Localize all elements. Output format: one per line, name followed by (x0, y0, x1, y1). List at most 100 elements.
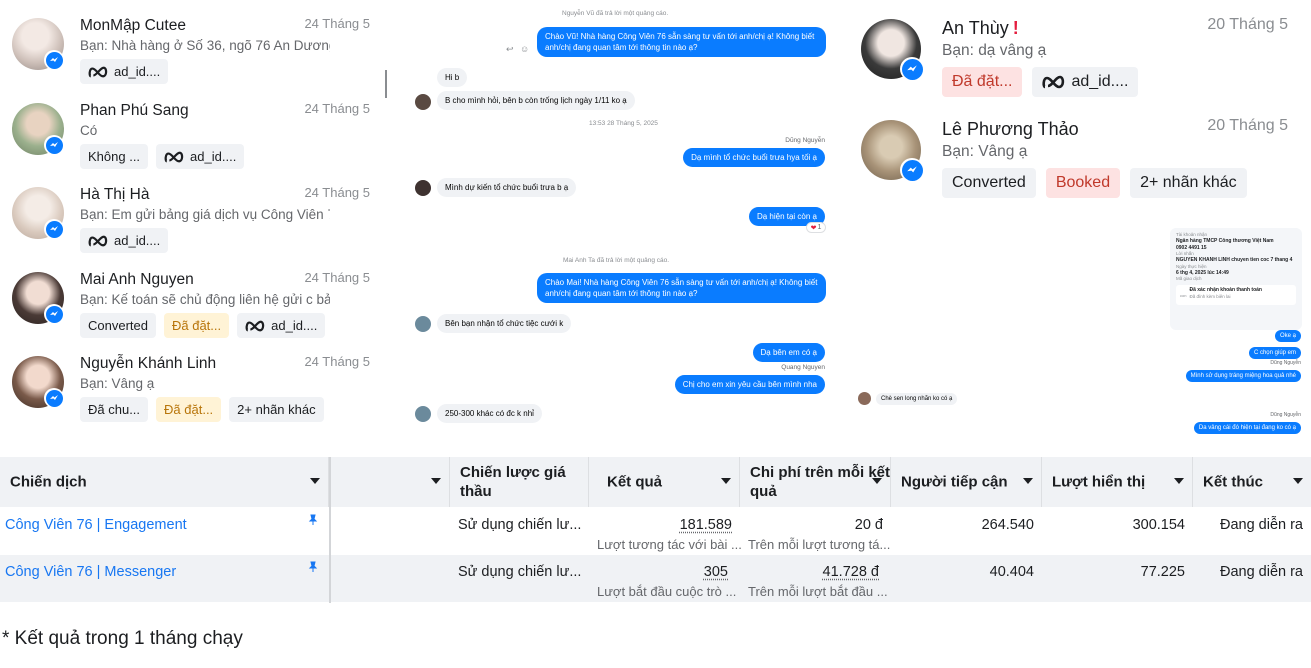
campaign-name-link[interactable]: Công Viên 76 | Engagement (5, 517, 187, 533)
message-preview: Bạn: Vâng ạ (942, 143, 1028, 160)
contact-name: Mai Anh Nguyen (80, 271, 194, 288)
message-bubble-incoming: Bên bạn nhận tổ chức tiệc cưới k (437, 314, 572, 333)
sort-caret-icon[interactable] (1023, 478, 1033, 484)
message-bubble-incoming: B cho mình hỏi, bên b còn trống lịch ngà… (437, 91, 635, 110)
reaction-count: 1 (817, 224, 822, 231)
label-tag[interactable]: ad_id.... (1032, 67, 1139, 97)
chat-thread: Tài khoản nhận Ngân hàng TMCP Công thươn… (852, 220, 1307, 440)
label-tag[interactable]: Đã đặt... (942, 67, 1023, 97)
header-label: Chi phí trên mỗi kết quả (750, 464, 891, 500)
label-tag[interactable]: Đã đặt... (163, 313, 230, 338)
column-resize-handle[interactable] (329, 457, 331, 603)
label-tag[interactable]: Converted (80, 313, 156, 338)
confirmation-subtitle: Đã đính kèm biên lai (1189, 293, 1231, 299)
tag-label: Đã đặt... (164, 402, 214, 417)
table-row[interactable]: Công Viên 76 | Engagement Sử dụng chiến … (0, 508, 1311, 555)
conversation-item[interactable]: MonMập Cutee 24 Tháng 5 Bạn: Nhà hàng ở … (0, 0, 386, 84)
column-header-bid-strategy[interactable]: Chiến lược giá thầu (450, 457, 589, 507)
avatar (415, 406, 431, 422)
messenger-icon (44, 135, 64, 155)
conversation-item[interactable]: An Thùy! 20 Tháng 5 Bạn: dạ vâng ạ Đã đặ… (856, 0, 1302, 100)
ends-value: Đang diễn ra (1219, 564, 1303, 580)
reach-value: 40.404 (989, 564, 1034, 580)
column-header-cost-per-result[interactable]: Chi phí trên mỗi kết quả (740, 457, 891, 507)
message-bubble-outgoing: Chào Mai! Nhà hàng Công Viên 76 sẵn sàng… (537, 273, 826, 303)
reaction-badge[interactable]: ❤ 1 (806, 222, 826, 233)
label-tag[interactable]: Đã đặt... (156, 397, 222, 422)
avatar (415, 180, 431, 196)
sender-name: Dũng Nguyễn (1270, 360, 1301, 366)
scrollbar-thumb[interactable] (385, 70, 387, 98)
label-tag[interactable]: ad_id.... (80, 228, 169, 253)
column-header-ends[interactable]: Kết thúc (1193, 457, 1311, 507)
message-bubble-incoming: 250-300 khác có đc k nhỉ (437, 404, 542, 423)
conversation-item[interactable]: Hà Thị Hà 24 Tháng 5 Bạn: Em gửi bảng gi… (0, 169, 386, 253)
results-value[interactable]: 181.589 (680, 517, 732, 533)
tag-label: ad_id.... (271, 318, 318, 333)
message-bubble-outgoing: Dạ mình tổ chức buổi trưa hya tối ạ (683, 148, 825, 167)
emoji-icon[interactable]: ☺ (520, 44, 529, 54)
message-preview: Bạn: dạ vâng ạ (942, 42, 1047, 59)
pin-icon[interactable] (307, 514, 319, 526)
footnote: * Kết quả trong 1 tháng chạy (2, 628, 243, 649)
message-bubble-outgoing: Chào Vũ! Nhà hàng Công Viên 76 sẵn sàng … (537, 27, 826, 57)
campaign-name-link[interactable]: Công Viên 76 | Messenger (5, 564, 176, 580)
cost-per-result-type: Trên mỗi lượt tương tá... (748, 537, 891, 552)
meta-icon (88, 235, 108, 246)
column-header-delivery[interactable] (331, 457, 450, 507)
column-header-impressions[interactable]: Lượt hiển thị (1042, 457, 1193, 507)
conversation-item[interactable]: Mai Anh Nguyen 24 Tháng 5 Bạn: Kế toán s… (0, 254, 386, 338)
label-tag[interactable]: Converted (942, 168, 1036, 198)
label-tag[interactable]: ad_id.... (80, 59, 169, 84)
sort-caret-icon[interactable] (431, 478, 441, 484)
label-tag[interactable]: 2+ nhãn khác (229, 397, 324, 422)
column-header-reach[interactable]: Người tiếp cận (891, 457, 1042, 507)
chat-thread: Nguyễn Vũ đã trả lời một quảng cáo. ↩ ☺ … (400, 0, 840, 436)
tag-label: Không ... (88, 149, 141, 164)
header-label: Chiến lược giá thầu (460, 464, 566, 500)
conversation-item[interactable]: Phan Phú Sang 24 Tháng 5 Có Không ... ad… (0, 85, 386, 169)
tag-label: ad_id.... (114, 233, 161, 248)
tag-label: Converted (952, 174, 1026, 191)
sender-name: Dũng Nguyễn (1270, 412, 1301, 418)
bid-strategy-value: Sử dụng chiến lư... (458, 517, 582, 533)
tag-label: ad_id.... (190, 149, 237, 164)
contact-name: Phan Phú Sang (80, 102, 189, 119)
sender-name: Quang Nguyen (781, 364, 825, 371)
sort-caret-icon[interactable] (1293, 478, 1303, 484)
results-type: Lượt bắt đầu cuộc trò ... (597, 584, 737, 599)
cost-per-result-value[interactable]: 41.728 đ (823, 564, 879, 580)
column-header-results[interactable]: Kết quả (589, 457, 740, 507)
results-value[interactable]: 305 (704, 564, 728, 580)
conversation-date: 24 Tháng 5 (304, 185, 370, 200)
label-tag[interactable]: Đã chu... (80, 397, 149, 422)
message-preview: Bạn: Em gửi bảng giá dịch vụ Công Viên 7… (80, 207, 330, 222)
message-bubble-incoming: Chè sen long nhãn ko có ạ (876, 393, 958, 405)
cost-per-result-value: 20 đ (854, 517, 883, 533)
sort-caret-icon[interactable] (1174, 478, 1184, 484)
bid-strategy-value: Sử dụng chiến lư... (458, 564, 582, 580)
messenger-icon (900, 158, 924, 182)
receipt-label: Mã giao dịch (1176, 276, 1202, 281)
label-tag[interactable]: Booked (1045, 168, 1121, 198)
sort-caret-icon[interactable] (721, 478, 731, 484)
pin-icon[interactable] (307, 561, 319, 573)
label-tag[interactable]: ad_id.... (237, 313, 326, 338)
tag-label: ad_id.... (1071, 73, 1129, 90)
sort-caret-icon[interactable] (872, 478, 882, 484)
tag-label: 2+ nhãn khác (237, 402, 316, 417)
message-preview: Bạn: Vâng ạ (80, 376, 155, 391)
confirmation-title: Đã xác nhận khoản thanh toán (1189, 287, 1262, 293)
column-header-campaign[interactable]: Chiến dịch (0, 457, 329, 507)
payment-receipt-image[interactable]: Tài khoản nhận Ngân hàng TMCP Công thươn… (1170, 228, 1302, 330)
messenger-icon (44, 219, 64, 239)
sort-caret-icon[interactable] (310, 478, 320, 484)
label-tag[interactable]: 2+ nhãn khác (1130, 168, 1247, 198)
table-row[interactable]: Công Viên 76 | Messenger Sử dụng chiến l… (0, 555, 1311, 602)
label-tag[interactable]: Không ... (80, 144, 149, 169)
conversation-item[interactable]: Lê Phương Thảo 20 Tháng 5 Bạn: Vâng ạ Co… (856, 101, 1302, 201)
contact-name: Hà Thị Hà (80, 186, 150, 203)
label-tag[interactable]: ad_id.... (156, 144, 245, 169)
reply-icon[interactable]: ↩ (506, 44, 514, 55)
conversation-item[interactable]: Nguyễn Khánh Linh 24 Tháng 5 Bạn: Vâng ạ… (0, 338, 386, 422)
